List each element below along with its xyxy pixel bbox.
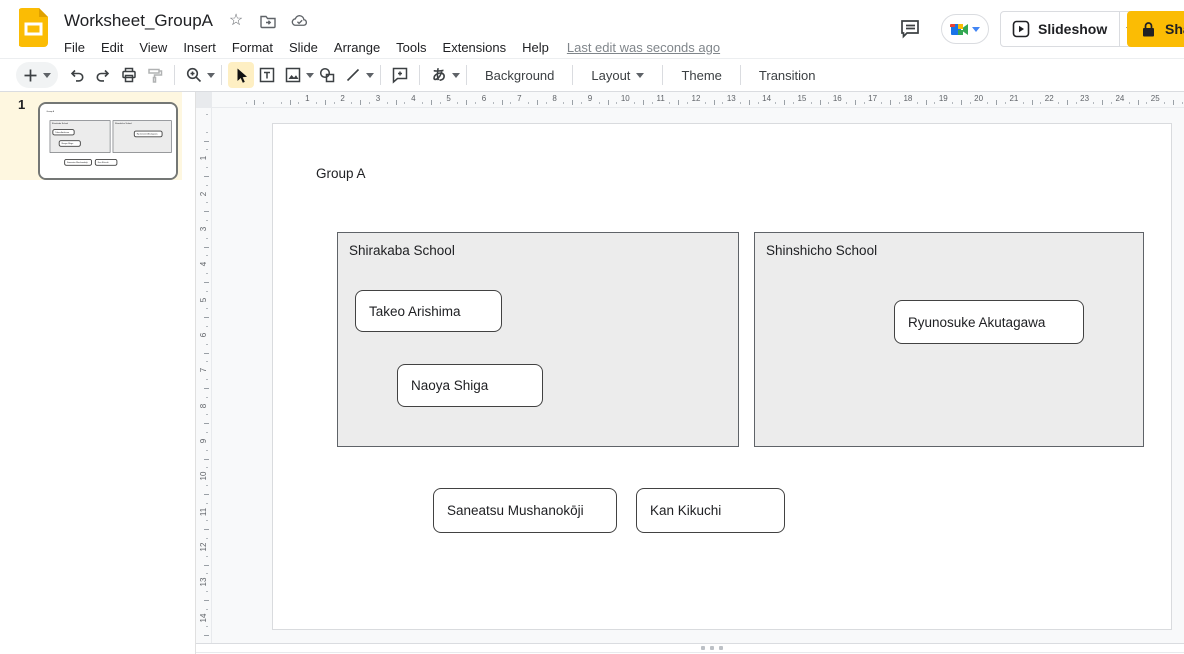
member-box-takeo-arishima[interactable]: Takeo Arishima — [355, 290, 502, 332]
plus-icon — [23, 68, 38, 83]
last-edit-status[interactable]: Last edit was seconds ago — [567, 40, 720, 55]
menu-file[interactable]: File — [56, 38, 93, 57]
insert-image-button[interactable] — [280, 62, 314, 88]
meet-camera-icon — [950, 21, 970, 38]
notes-splitter — [196, 643, 1184, 652]
input-tools-caret-icon[interactable] — [452, 73, 460, 78]
input-tools-button[interactable]: あ — [426, 62, 460, 88]
layout-caret-icon — [636, 73, 644, 78]
document-title[interactable]: Worksheet_GroupA — [64, 11, 213, 31]
group-box-shirakaba[interactable]: Shirakaba School — [337, 232, 739, 447]
star-icon[interactable]: ☆ — [227, 12, 245, 30]
cursor-icon — [233, 67, 249, 84]
member-box-kan-kikuchi[interactable]: Kan Kikuchi — [95, 159, 118, 166]
zoom-caret-icon[interactable] — [207, 73, 215, 78]
slideshow-label: Slideshow — [1038, 21, 1107, 37]
slide-page[interactable]: Group A Shirakaba School Shinshicho Scho… — [40, 104, 176, 178]
input-tools-icon: あ — [426, 62, 452, 88]
new-slide-button[interactable] — [16, 62, 58, 88]
transition-button[interactable]: Transition — [747, 68, 828, 83]
member-box-takeo-arishima[interactable]: Takeo Arishima — [52, 129, 74, 135]
print-button[interactable] — [116, 62, 142, 88]
zoom-icon — [185, 66, 203, 84]
lock-icon — [1141, 21, 1156, 38]
slide-page[interactable]: Group A Shirakaba School Shinshicho Scho… — [272, 123, 1172, 630]
line-icon — [344, 66, 362, 84]
menu-arrange[interactable]: Arrange — [326, 38, 388, 57]
slide-thumbnail[interactable]: Group A Shirakaba School Shinshicho Scho… — [38, 102, 178, 180]
menu-slide[interactable]: Slide — [281, 38, 326, 57]
menu-tools[interactable]: Tools — [388, 38, 434, 57]
slide-title-text[interactable]: Group A — [46, 110, 53, 112]
meet-button[interactable] — [941, 14, 989, 44]
background-button[interactable]: Background — [473, 68, 566, 83]
vertical-ruler: 1234567891011121314 — [196, 92, 212, 643]
image-icon — [284, 66, 302, 84]
member-box-ryunosuke-akutagawa[interactable]: Ryunosuke Akutagawa — [894, 300, 1084, 344]
select-tool-button[interactable] — [228, 62, 254, 88]
add-comment-icon — [391, 66, 409, 84]
group-box-label: Shinshicho School — [115, 122, 132, 124]
slides-logo[interactable] — [19, 8, 48, 47]
member-box-naoya-shiga[interactable]: Naoya Shiga — [397, 364, 543, 407]
theme-button[interactable]: Theme — [669, 68, 733, 83]
ruler-corner — [196, 92, 212, 108]
menu-help[interactable]: Help — [514, 38, 557, 57]
member-box-saneatsu-mushanokoji[interactable]: Saneatsu Mushanokōji — [64, 159, 92, 166]
image-caret-icon[interactable] — [306, 73, 314, 78]
menu-bar: File Edit View Insert Format Slide Arran… — [56, 36, 720, 58]
toolbar: あ Background Layout Theme Transition — [0, 58, 1184, 92]
horizontal-ruler: 1234567891011121314151617181920212223242… — [196, 92, 1184, 108]
meet-caret-icon — [972, 27, 980, 32]
menu-extensions[interactable]: Extensions — [435, 38, 515, 57]
new-slide-caret-icon[interactable] — [43, 73, 51, 78]
group-box-shirakaba[interactable]: Shirakaba School — [50, 120, 111, 152]
text-box-icon — [258, 66, 276, 84]
group-box-label: Shirakaba School — [52, 122, 68, 124]
undo-button[interactable] — [64, 62, 90, 88]
slide-title-text[interactable]: Group A — [316, 166, 366, 181]
group-box-label: Shinshicho School — [766, 243, 877, 258]
app-header: Worksheet_GroupA ☆ File Edit View Insert… — [0, 0, 1184, 58]
slide-filmstrip: 1 Group A Shirakaba School Shinshicho Sc… — [0, 92, 196, 654]
menu-edit[interactable]: Edit — [93, 38, 131, 57]
share-label: Share — [1165, 21, 1184, 37]
menu-format[interactable]: Format — [224, 38, 281, 57]
insert-line-button[interactable] — [340, 62, 374, 88]
comment-history-icon[interactable] — [899, 18, 922, 40]
move-folder-icon[interactable] — [259, 12, 277, 30]
member-box-kan-kikuchi[interactable]: Kan Kikuchi — [636, 488, 785, 533]
share-button[interactable]: Share — [1127, 11, 1184, 47]
slide-thumbnail-clip: Group A Shirakaba School Shinshicho Scho… — [40, 104, 176, 178]
slide-number: 1 — [18, 97, 25, 112]
line-caret-icon[interactable] — [366, 73, 374, 78]
text-box-button[interactable] — [254, 62, 280, 88]
notes-resize-handle[interactable] — [701, 646, 723, 650]
menu-insert[interactable]: Insert — [175, 38, 224, 57]
zoom-button[interactable] — [181, 62, 215, 88]
insert-comment-button[interactable] — [387, 62, 413, 88]
slideshow-button[interactable]: Slideshow — [1000, 11, 1141, 47]
paint-format-button[interactable] — [142, 62, 168, 88]
shape-icon — [318, 66, 336, 84]
menu-view[interactable]: View — [131, 38, 175, 57]
layout-button[interactable]: Layout — [579, 68, 656, 83]
member-box-naoya-shiga[interactable]: Naoya Shiga — [59, 140, 81, 146]
cloud-saved-icon[interactable] — [291, 12, 309, 30]
slide-canvas: 1234567891011121314151617181920212223242… — [196, 92, 1184, 654]
member-box-ryunosuke-akutagawa[interactable]: Ryunosuke Akutagawa — [134, 131, 163, 138]
present-icon — [1012, 20, 1030, 38]
redo-button[interactable] — [90, 62, 116, 88]
insert-shape-button[interactable] — [314, 62, 340, 88]
member-box-saneatsu-mushanokoji[interactable]: Saneatsu Mushanokōji — [433, 488, 617, 533]
group-box-label: Shirakaba School — [349, 243, 455, 258]
